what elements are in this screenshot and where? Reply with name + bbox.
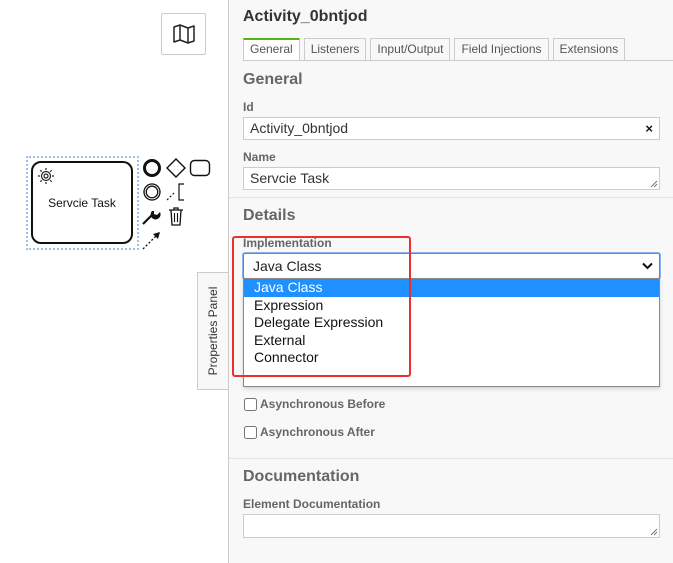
- option-connector[interactable]: Connector: [244, 349, 659, 367]
- clear-icon[interactable]: ×: [645, 118, 653, 139]
- connect-icon[interactable]: [141, 229, 163, 251]
- implementation-label: Implementation: [243, 236, 332, 250]
- implementation-value: Java Class: [253, 258, 322, 274]
- map-icon: [172, 24, 195, 44]
- implementation-dropdown: Java Class Expression Delegate Expressio…: [243, 278, 660, 387]
- service-task[interactable]: Servcie Task: [31, 161, 133, 244]
- chevron-down-icon: [642, 262, 653, 270]
- tab-extensions[interactable]: Extensions: [552, 38, 626, 61]
- element-documentation-label: Element Documentation: [243, 497, 381, 511]
- async-after-input[interactable]: [244, 425, 257, 439]
- section-divider: [229, 197, 673, 198]
- resize-handle-icon[interactable]: [650, 528, 658, 536]
- general-heading: General: [243, 71, 303, 88]
- option-java-class[interactable]: Java Class: [244, 279, 659, 297]
- async-after-checkbox[interactable]: Asynchronous After: [243, 425, 375, 439]
- intermediate-event-icon[interactable]: [142, 182, 162, 202]
- implementation-select[interactable]: Java Class: [243, 253, 660, 279]
- properties-panel: Activity_0bntjod General Listeners Input…: [228, 0, 673, 563]
- panel-title: Activity_0bntjod: [243, 8, 368, 25]
- tab-bar: General Listeners Input/Output Field Inj…: [243, 38, 626, 61]
- tab-listeners[interactable]: Listeners: [303, 38, 367, 61]
- tab-field-injections[interactable]: Field Injections: [454, 38, 549, 61]
- tab-divider: [243, 60, 673, 61]
- id-label: Id: [243, 100, 254, 114]
- name-label: Name: [243, 150, 276, 164]
- gateway-icon[interactable]: [165, 157, 187, 179]
- id-field[interactable]: Activity_0bntjod ×: [243, 117, 660, 140]
- tab-general[interactable]: General: [243, 38, 300, 61]
- tab-input-output[interactable]: Input/Output: [370, 38, 451, 61]
- gear-icon: [38, 168, 54, 184]
- task-icon[interactable]: [189, 159, 211, 177]
- option-expression[interactable]: Expression: [244, 297, 659, 315]
- change-type-icon[interactable]: [141, 206, 163, 226]
- properties-panel-toggle[interactable]: Properties Panel: [197, 272, 228, 390]
- element-documentation-field[interactable]: [243, 514, 660, 538]
- resize-handle-icon[interactable]: [650, 180, 658, 188]
- async-after-label: Asynchronous After: [260, 425, 375, 439]
- async-before-checkbox[interactable]: Asynchronous Before: [243, 397, 385, 411]
- section-divider: [229, 458, 673, 459]
- text-annotation-icon[interactable]: [165, 182, 187, 202]
- end-event-icon[interactable]: [142, 158, 162, 178]
- name-value: Servcie Task: [250, 170, 330, 186]
- properties-panel-toggle-label: Properties Panel: [206, 286, 220, 376]
- name-field[interactable]: Servcie Task: [243, 167, 660, 190]
- delete-icon[interactable]: [166, 205, 186, 227]
- option-delegate-expression[interactable]: Delegate Expression: [244, 314, 659, 332]
- minimap-toggle-button[interactable]: [161, 13, 206, 55]
- details-heading: Details: [243, 207, 296, 224]
- async-before-label: Asynchronous Before: [260, 397, 386, 411]
- option-external[interactable]: External: [244, 332, 659, 350]
- task-label: Servcie Task: [48, 196, 116, 210]
- async-before-input[interactable]: [244, 397, 257, 411]
- diagram-canvas[interactable]: Servcie Task Properties Panel: [0, 0, 228, 563]
- id-value: Activity_0bntjod: [250, 120, 349, 136]
- documentation-heading: Documentation: [243, 468, 360, 485]
